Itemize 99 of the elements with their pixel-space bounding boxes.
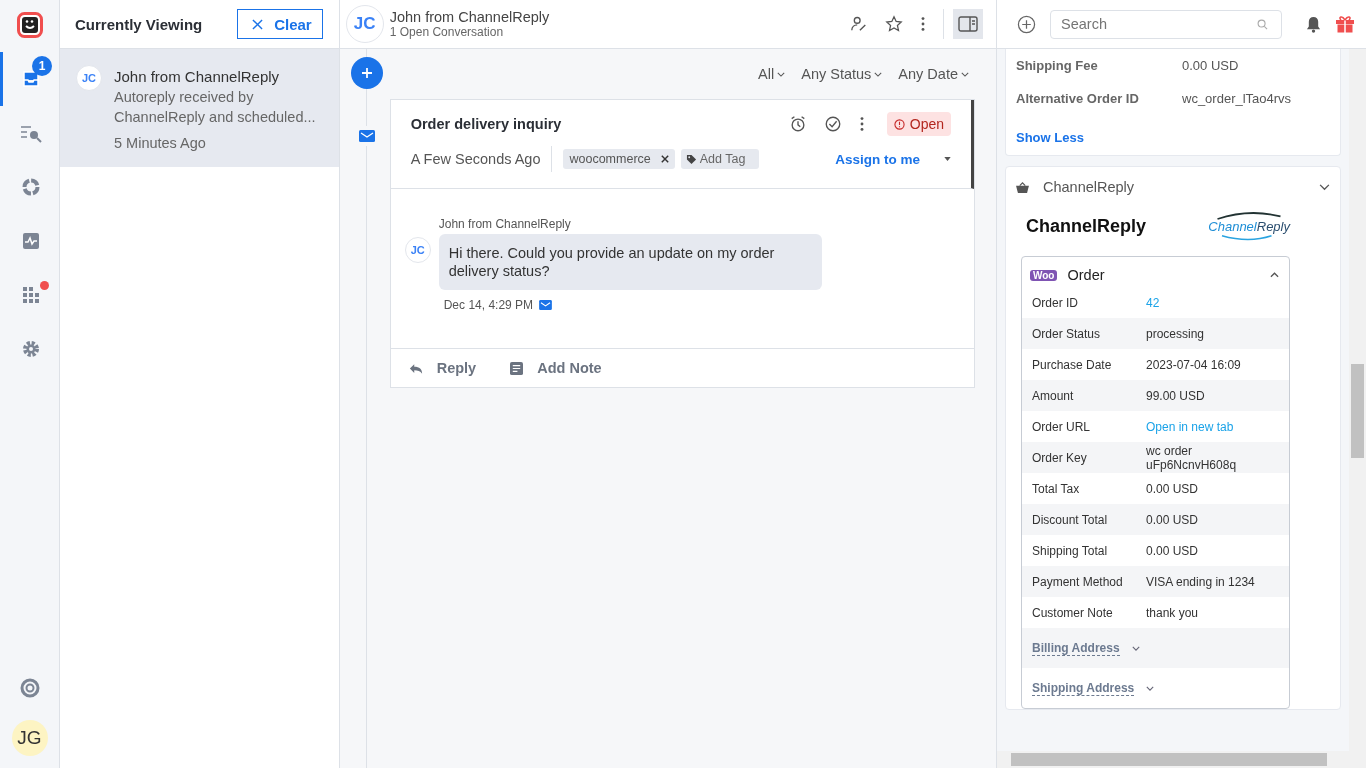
filter-dropdown[interactable]: Any Status: [801, 66, 883, 82]
message-preview: Autoreply received by ChannelReply and scheduled...: [114, 88, 317, 127]
field-label: Shipping Fee: [1016, 58, 1099, 73]
note-icon: [510, 361, 524, 375]
contact-avatar: JC: [76, 65, 102, 91]
chevron-icon[interactable]: [1319, 183, 1330, 191]
order-field-label: Customer Note: [1032, 605, 1114, 620]
reply-button[interactable]: Reply: [408, 360, 477, 376]
order-field-link[interactable]: 42: [1146, 295, 1256, 310]
add-tag-button[interactable]: Add Tag: [680, 149, 760, 169]
star-icon[interactable]: [885, 15, 903, 33]
list-title: Currently Viewing: [75, 15, 203, 33]
filter-dropdown[interactable]: All: [758, 66, 786, 82]
contact-name: John from ChannelReply: [114, 68, 281, 85]
order-field-label: Discount Total: [1032, 512, 1109, 527]
order-field-value: wc order uFp6NcnvH608q: [1146, 443, 1238, 472]
search-field[interactable]: Search: [1050, 9, 1282, 39]
chevron-icon: [777, 71, 786, 77]
chevron-icon: [961, 71, 969, 77]
field-label: Alternative Order ID: [1016, 91, 1140, 106]
order-field-label: Order Status: [1032, 326, 1102, 341]
logo-icon[interactable]: [16, 12, 43, 38]
show-less-link[interactable]: Show Less: [1016, 130, 1330, 145]
order-field-label: Order Key: [1032, 450, 1088, 465]
notification-bell-icon[interactable]: [1306, 15, 1321, 33]
caret-icon[interactable]: [944, 157, 951, 161]
contact-name: John from ChannelReply: [389, 9, 551, 25]
status-badge[interactable]: Open: [886, 112, 951, 136]
side-panel-toggle[interactable]: [953, 9, 983, 39]
order-field-label: Order URL: [1032, 419, 1091, 434]
unread-count-badge: 1: [32, 56, 52, 76]
more-icon[interactable]: [858, 115, 865, 133]
horizontal-scrollbar[interactable]: [997, 751, 1366, 768]
help-icon[interactable]: [19, 678, 40, 698]
side-panel-icon: [958, 16, 978, 32]
order-field-value: 2023-07-04 16:09: [1146, 357, 1242, 372]
assign-user-icon[interactable]: [850, 15, 868, 33]
donut-chart-icon: [21, 177, 41, 197]
field-value: wc_order_lTao4rvs: [1182, 91, 1292, 106]
chevron-icon[interactable]: [1146, 685, 1155, 691]
order-field-label: Amount: [1032, 388, 1075, 403]
search-list-icon: [20, 123, 42, 143]
order-field-value: VISA ending in 1234: [1146, 574, 1256, 589]
order-field-value: processing: [1146, 326, 1206, 341]
add-icon[interactable]: [1017, 14, 1036, 34]
integration-name: ChannelReply: [1043, 179, 1136, 195]
integration-title: ChannelReply: [1026, 216, 1147, 237]
apps-grid-icon: [21, 285, 41, 305]
chevron-icon[interactable]: [1270, 272, 1279, 278]
email-icon: [539, 300, 553, 310]
new-conversation-button[interactable]: [350, 57, 383, 89]
inbox-icon: [21, 69, 41, 89]
tag-icon: [685, 153, 697, 165]
settings-icon: [21, 339, 41, 359]
order-field-value: 0.00 USD: [1146, 543, 1200, 558]
plus-icon: [360, 67, 373, 79]
address-toggle[interactable]: Billing Address: [1032, 640, 1120, 656]
address-toggle[interactable]: Shipping Address: [1032, 680, 1135, 696]
conversation-time: A Few Seconds Ago: [410, 151, 541, 167]
order-field-value: 99.00 USD: [1146, 388, 1206, 403]
message-time: Dec 14, 4:29 PM: [443, 298, 534, 312]
message-author: John from ChannelReply: [438, 217, 571, 231]
close-icon: [251, 18, 263, 30]
conversation-count: 1 Open Conversation: [389, 25, 505, 39]
conversation-item[interactable]: JC John from ChannelReply Autoreply received by ChannelReply and scheduled... 5 Minutes Ago: [60, 49, 339, 167]
order-field-link[interactable]: Open in new tab: [1146, 419, 1256, 434]
user-avatar[interactable]: JG: [11, 720, 48, 756]
order-field-label: Order ID: [1032, 295, 1079, 310]
order-field-label: Purchase Date: [1032, 357, 1113, 372]
gift-icon[interactable]: [1335, 14, 1355, 34]
conversation-time: 5 Minutes Ago: [114, 135, 207, 151]
chevron-icon[interactable]: [1131, 645, 1140, 651]
order-field-label: Total Tax: [1032, 481, 1081, 496]
woo-badge: Woo: [1030, 269, 1058, 281]
order-field-label: Payment Method: [1032, 574, 1124, 589]
conversation-subject: Order delivery inquiry: [410, 116, 563, 132]
contact-avatar: JC: [404, 237, 431, 263]
more-icon[interactable]: [920, 15, 926, 33]
resolve-check-icon[interactable]: [823, 115, 842, 133]
chevron-icon: [874, 71, 883, 77]
vertical-scrollbar[interactable]: [1349, 49, 1366, 751]
tag-chip[interactable]: woocommerce: [563, 149, 675, 169]
basket-icon: [1016, 181, 1029, 193]
order-field-label: Shipping Total: [1032, 543, 1109, 558]
reply-arrow-icon: [408, 362, 423, 374]
add-note-button[interactable]: Add Note: [510, 360, 602, 376]
assign-button[interactable]: Assign to me: [829, 150, 926, 168]
search-icon: [1257, 18, 1268, 30]
channelreply-logo: ChannelReply: [1208, 211, 1290, 242]
order-title: Order: [1067, 267, 1106, 283]
activity-chart-icon: [21, 231, 41, 251]
message-bubble: Hi there. Could you provide an update on my order delivery status?: [438, 234, 822, 290]
filter-dropdown[interactable]: Any Date: [898, 66, 969, 82]
clear-button[interactable]: Clear: [236, 9, 323, 39]
order-field-value: 0.00 USD: [1146, 512, 1200, 527]
order-field-value: 0.00 USD: [1146, 481, 1200, 496]
order-field-value: thank you: [1146, 605, 1200, 620]
remove-icon[interactable]: [660, 155, 669, 163]
field-value: 0.00 USD: [1182, 58, 1239, 73]
